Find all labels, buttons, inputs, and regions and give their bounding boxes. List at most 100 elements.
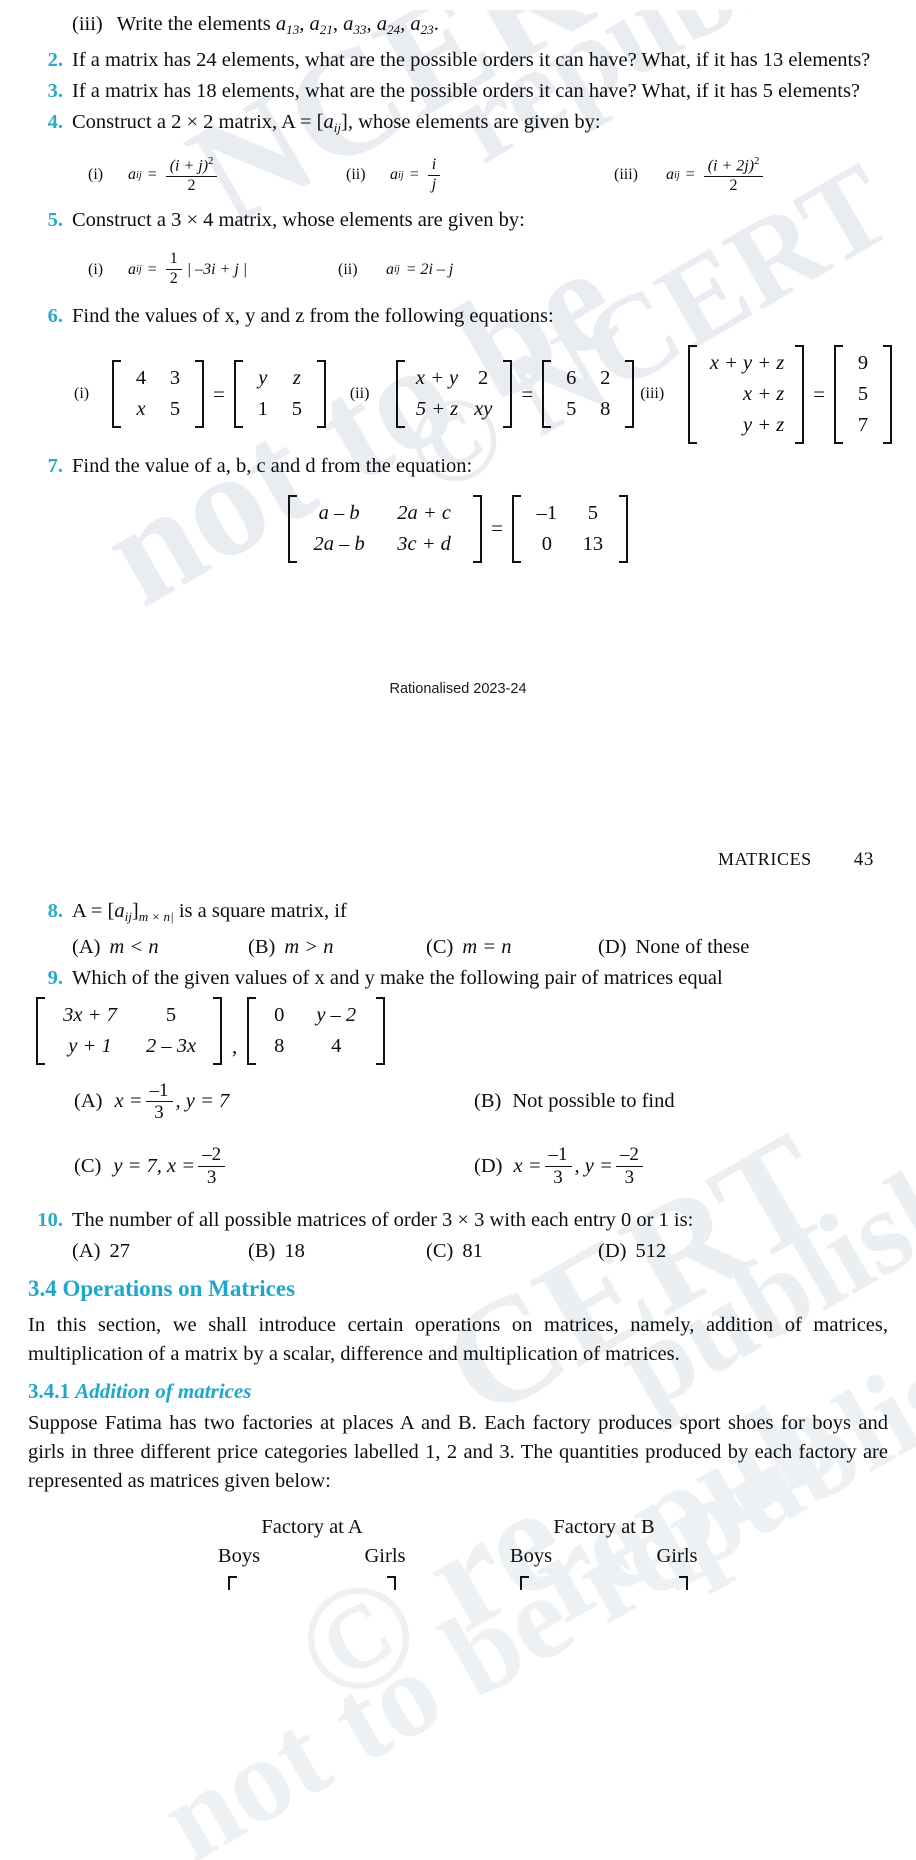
option-b[interactable]: (B) m > n — [248, 933, 426, 962]
option-label: (A) — [72, 1239, 101, 1262]
factory-columns: Boys Girls Boys Girls — [28, 1545, 888, 1568]
page-number: 43 — [853, 848, 874, 870]
option-d[interactable]: (D) 512 — [598, 1237, 666, 1266]
section-paragraph: In this section, we shall introduce cert… — [28, 1313, 888, 1365]
factory-a-heading: Factory at A — [261, 1515, 363, 1538]
question-number: 3. — [47, 79, 63, 102]
option-c[interactable]: (C) m = n — [426, 933, 598, 962]
question-text: Write the elements — [116, 13, 271, 35]
q6-eq-iii: (iii) x + y + z x + z y + z = 9 5 7 — [640, 344, 894, 444]
option-label: (B) — [248, 935, 276, 958]
matrix-cell: 5 — [165, 1003, 177, 1026]
matrix-cell: 5 — [169, 398, 181, 421]
q5-item-i: (i) a ij = 1 2 | –3i + j | — [88, 251, 338, 287]
matrix-cell: x + z — [743, 382, 785, 405]
denominator: 2 — [187, 176, 196, 194]
denominator: j — [431, 175, 437, 193]
subsection-heading: 3.4.1 Addition of matrices — [28, 1379, 888, 1404]
option-label: (B) — [248, 1239, 276, 1262]
matrix-cell: 4 — [331, 1034, 342, 1057]
matrix-cell: 2 — [600, 367, 611, 390]
matrix-cell: 2a + c — [397, 501, 451, 524]
matrix-left: 3x + 7 5 y + 1 2 – 3x — [36, 996, 222, 1065]
option-b[interactable]: (B) 18 — [248, 1237, 426, 1266]
matrix-right: 9 5 7 — [834, 344, 893, 444]
numerator: (i + j) — [169, 157, 209, 175]
q9-matrix-pair: 3x + 7 5 y + 1 2 – 3x , 0 y – 2 8 4 — [28, 996, 888, 1065]
question-9-options-row2: (C) y = 7, x = –2 3 (D) x = –1 3 , y = –… — [28, 1145, 888, 1188]
roman-label: (ii) — [349, 385, 370, 403]
matrix-cell: a – b — [318, 501, 360, 524]
option-label: (C) — [426, 1239, 454, 1262]
exponent: 2 — [754, 155, 760, 167]
matrix-cell: z — [292, 367, 301, 390]
matrix-right: 0 y – 2 8 4 — [247, 996, 386, 1065]
matrix-left: a – b 2a + c 2a – b 3c + d — [288, 494, 483, 563]
matrix-cell: 5 — [291, 398, 302, 421]
question-number: 6. — [47, 304, 63, 327]
question-number: 5. — [47, 209, 63, 232]
option-post: , y = 7 — [175, 1090, 230, 1113]
question-9: 9. Which of the given values of x and y … — [28, 964, 888, 993]
option-label: (D) — [598, 935, 627, 958]
question-number: 8. — [47, 899, 63, 922]
element-sub: 21 — [319, 21, 333, 37]
q5-formula-row: (i) a ij = 1 2 | –3i + j | (ii) a ij = 2i … — [28, 251, 888, 287]
numerator: 1 — [165, 251, 182, 271]
element-a: a — [343, 13, 354, 35]
matrix-cell: xy — [474, 398, 493, 421]
matrix-right: –1 5 0 13 — [511, 494, 628, 563]
period: . — [433, 13, 439, 35]
option-b[interactable]: (B) Not possible to find — [474, 1090, 675, 1113]
element-a: a — [309, 13, 320, 35]
option-a[interactable]: (A) m < n — [72, 933, 248, 962]
option-a[interactable]: (A) 27 — [72, 1237, 248, 1266]
option-post: , y = — [574, 1154, 613, 1177]
question-10: 10. The number of all possible matrices … — [28, 1206, 888, 1235]
option-c[interactable]: (C) 81 — [426, 1237, 598, 1266]
matrix-b-partial — [520, 1575, 688, 1590]
element-sub: 33 — [353, 21, 367, 37]
q5-item-ii: (ii) a ij = 2i – j — [338, 261, 453, 279]
question-4: 4. Construct a 2 × 2 matrix, A = [aij], … — [28, 108, 888, 142]
numerator: –1 — [145, 1080, 173, 1103]
denominator: 3 — [154, 1102, 164, 1124]
matrix-cell: 5 — [587, 501, 599, 524]
matrix-right: y z 15 — [233, 360, 326, 429]
option-d[interactable]: (D) None of these — [598, 933, 749, 962]
q7-equation: a – b 2a + c 2a – b 3c + d = –1 5 0 13 — [28, 494, 888, 563]
roman-label: (ii) — [346, 166, 366, 184]
question-text-a: A = [ — [72, 899, 115, 922]
formula-lhs: a — [386, 260, 394, 278]
equals-sign: = — [521, 381, 534, 406]
numerator: (i + 2j) — [707, 157, 755, 175]
roman-label: (i) — [88, 260, 104, 278]
matrix-var: a — [114, 899, 125, 922]
option-d[interactable]: (D) x = –1 3 , y = –2 3 — [474, 1145, 646, 1188]
equals-sign: = — [147, 166, 157, 184]
subsection-title: Addition of matrices — [75, 1378, 252, 1403]
formula-lhs: a — [128, 166, 136, 184]
question-6: 6. Find the values of x, y and z from th… — [28, 302, 888, 331]
matrix-left: 43 x5 — [112, 360, 204, 429]
matrix-cell: 3 — [169, 367, 181, 390]
denominator: 2 — [729, 176, 738, 194]
formula-lhs-sub: ij — [394, 264, 400, 276]
column-girls-b: Girls — [656, 1544, 698, 1567]
matrix-cell: 8 — [600, 398, 611, 421]
q4-item-ii: (ii) a ij = i j — [346, 156, 614, 193]
numerator: –1 — [544, 1145, 572, 1167]
textbook-page: (iii) Write the elements a13, a21, a33, … — [0, 10, 916, 1590]
matrix-order-sub: m × n| — [138, 908, 174, 924]
column-girls-a: Girls — [364, 1544, 406, 1567]
option-a[interactable]: (A) x = –1 3 , y = 7 — [74, 1080, 474, 1124]
matrix-cell: 0 — [274, 1003, 285, 1026]
factory-headings: Factory at A Factory at B — [28, 1516, 888, 1539]
option-c[interactable]: (C) y = 7, x = –2 3 — [74, 1145, 474, 1188]
option-label: (A) — [72, 935, 101, 958]
matrix-cell: 0 — [541, 532, 553, 555]
fraction-2: –2 3 — [615, 1145, 643, 1188]
equals-sign: = — [213, 381, 225, 406]
question-8-options: (A) m < n (B) m > n (C) m = n (D) None o… — [28, 933, 888, 962]
q6-eq-i: (i) 43 x5 = yz 15 — [74, 360, 328, 429]
